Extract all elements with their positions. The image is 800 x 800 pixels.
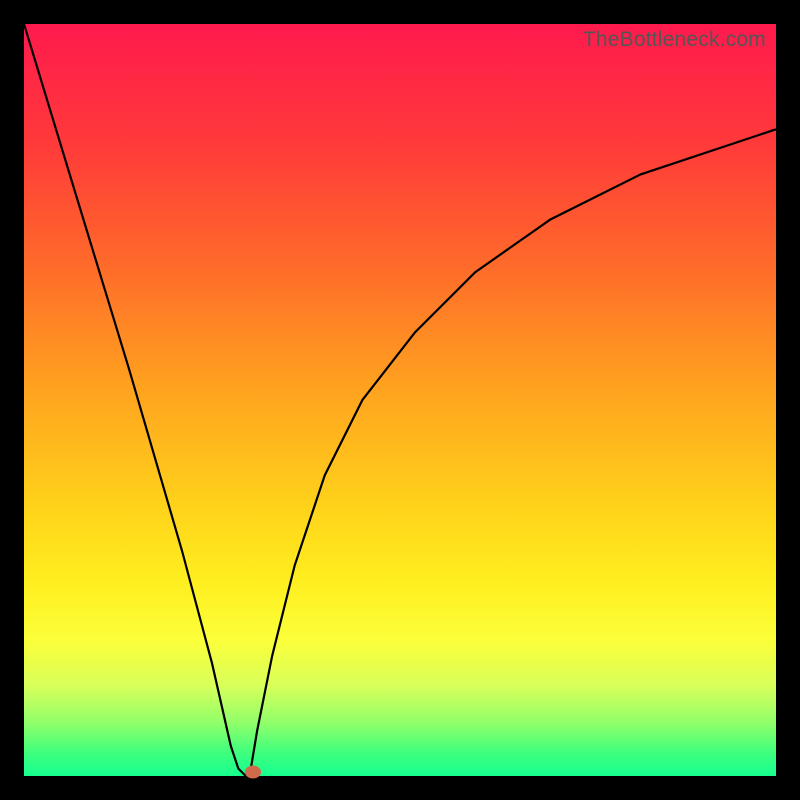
curve-right: [250, 129, 776, 776]
plot-area: TheBottleneck.com: [24, 24, 776, 776]
curve-left: [24, 24, 246, 776]
canvas: TheBottleneck.com: [0, 0, 800, 800]
chart-curve: [24, 24, 776, 776]
chart-marker: [245, 766, 261, 779]
